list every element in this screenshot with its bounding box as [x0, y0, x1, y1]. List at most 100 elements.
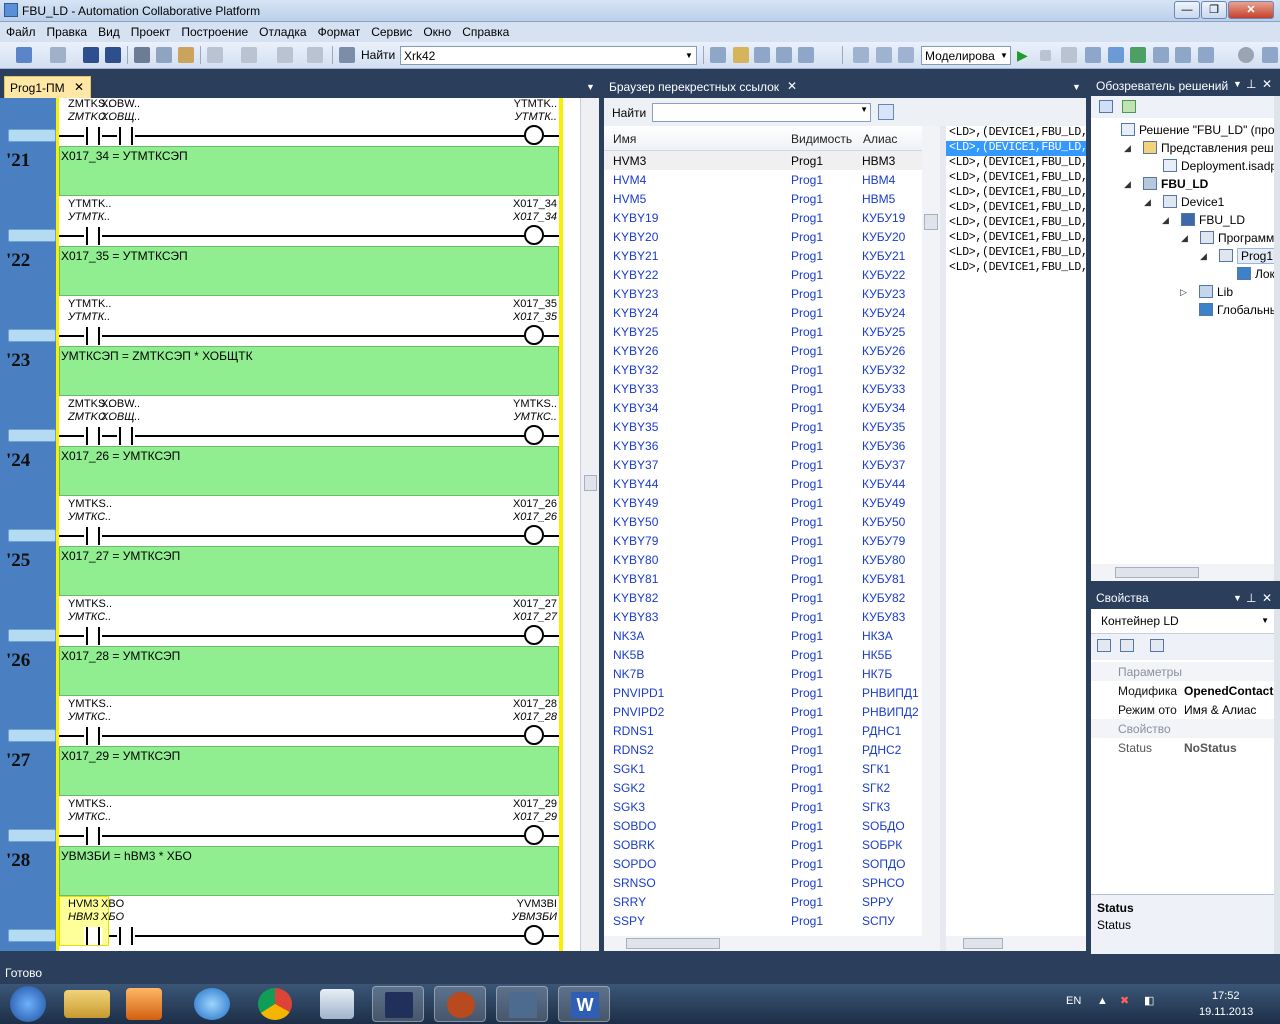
run-icon[interactable]: ▶: [1017, 47, 1033, 63]
xref-row[interactable]: KYBY35 Prog1 КУБУ35: [604, 417, 940, 436]
toolbar-icon-4[interactable]: [776, 47, 792, 63]
menu-file[interactable]: Файл: [0, 22, 41, 39]
xref-row[interactable]: KYBY83 Prog1 КУБУ83: [604, 607, 940, 626]
chevron-down-icon[interactable]: ▼: [1072, 82, 1081, 92]
toolbar-icon-11[interactable]: [1198, 47, 1214, 63]
language-indicator[interactable]: EN: [1066, 995, 1081, 1007]
rung-comment[interactable]: X017_35 = УТМТКСЭП: [59, 246, 559, 296]
navigate-forward-icon[interactable]: [307, 47, 323, 63]
tree-node[interactable]: Глобальные: [1217, 303, 1280, 317]
category-parameters[interactable]: Параметры: [1091, 662, 1274, 681]
rung[interactable]: YMTKS.. УМТКС.. X017_27 X017_27: [59, 596, 559, 646]
rung[interactable]: YMTKS.. УМТКС.. X017_26 X017_26: [59, 496, 559, 546]
xref-row[interactable]: NK5B Prog1 НК5Б: [604, 645, 940, 664]
tree-node[interactable]: Решение "FBU_LD" (проект: [1139, 123, 1280, 137]
xref-row[interactable]: KYBY49 Prog1 КУБУ49: [604, 493, 940, 512]
rung-comment[interactable]: X017_26 = УМТКСЭП: [59, 446, 559, 496]
pin-icon[interactable]: ⊥: [1246, 591, 1256, 605]
toolbar-icon-9[interactable]: [1153, 47, 1169, 63]
menu-view[interactable]: Вид: [92, 22, 125, 39]
close-icon[interactable]: ✕: [74, 80, 84, 94]
xref-row[interactable]: SRNSO Prog1 SРНСО: [604, 873, 940, 892]
step-icon[interactable]: [1061, 47, 1077, 63]
xref-vertical-scrollbar[interactable]: [922, 126, 940, 936]
grid-icon-3[interactable]: [898, 47, 914, 63]
xref-row[interactable]: NK3A Prog1 НКЗА: [604, 626, 940, 645]
menu-window[interactable]: Окно: [417, 22, 456, 39]
sort-az-icon[interactable]: [1120, 639, 1134, 652]
tree-expander-icon[interactable]: ◢: [1181, 233, 1188, 244]
coil[interactable]: [524, 825, 544, 845]
xref-row[interactable]: KYBY24 Prog1 КУБУ24: [604, 303, 940, 322]
find-icon[interactable]: [339, 47, 355, 63]
add-item-icon[interactable]: [50, 47, 66, 63]
undo-icon[interactable]: [207, 47, 223, 63]
rung[interactable]: HVM3 HBM3 XBO XБO YVM3BI УВМЗБИ: [59, 896, 559, 946]
column-visibility[interactable]: Видимость: [791, 132, 852, 146]
rung-bar[interactable]: [8, 229, 56, 242]
coil[interactable]: [524, 625, 544, 645]
categorized-icon[interactable]: [1097, 639, 1111, 652]
xref-row[interactable]: KYBY79 Prog1 КУБУ79: [604, 531, 940, 550]
coil[interactable]: [524, 325, 544, 345]
explorer-icon[interactable]: [64, 990, 110, 1018]
rung-comment[interactable]: X017_27 = УМТКСЭП: [59, 546, 559, 596]
rung-comment[interactable]: X017_29 = УМТКСЭП: [59, 746, 559, 796]
category-property[interactable]: Свойство: [1091, 719, 1274, 738]
paste-icon[interactable]: [178, 47, 194, 63]
rung-bar[interactable]: [8, 629, 56, 642]
menu-tools[interactable]: Сервис: [365, 22, 417, 39]
xref-row[interactable]: KYBY22 Prog1 КУБУ22: [604, 265, 940, 284]
tree-expander-icon[interactable]: ◢: [1124, 179, 1131, 190]
toolbar-icon-1[interactable]: [710, 47, 726, 63]
xref-row[interactable]: NK7B Prog1 НК7Б: [604, 664, 940, 683]
app-icon-2[interactable]: [434, 986, 486, 1022]
column-name[interactable]: Имя: [613, 132, 636, 146]
chevron-down-icon[interactable]: ▼: [860, 105, 868, 114]
xref-row[interactable]: PNVIPD1 Prog1 РНВИПД1: [604, 683, 940, 702]
xref-row[interactable]: SGK1 Prog1 SГК1: [604, 759, 940, 778]
contact[interactable]: [117, 127, 135, 145]
xref-horizontal-scrollbar[interactable]: [604, 936, 940, 951]
grid-icon-2[interactable]: [876, 47, 892, 63]
rung[interactable]: ZMTKS.. ZMTKC.. XOBW.. XOBЩ.. YTMTK.. УТМТК..: [59, 98, 559, 146]
coil[interactable]: [524, 525, 544, 545]
internet-explorer-icon[interactable]: [194, 988, 230, 1020]
close-icon[interactable]: ✕: [1262, 591, 1272, 605]
coil[interactable]: [524, 425, 544, 445]
toolbar-icon-3[interactable]: [754, 47, 770, 63]
xref-row[interactable]: KYBY21 Prog1 КУБУ21: [604, 246, 940, 265]
menu-format[interactable]: Формат: [312, 22, 366, 39]
rung[interactable]: YMTKS.. УМТКС.. X017_28 X017_28: [59, 696, 559, 746]
tree-node[interactable]: Prog1: [1237, 248, 1278, 264]
scrollbar-thumb[interactable]: [924, 214, 938, 230]
xref-row[interactable]: SSPY Prog1 SСПУ: [604, 911, 940, 930]
tree-node[interactable]: Lib: [1217, 285, 1233, 299]
properties-vertical-scrollbar[interactable]: [1274, 609, 1280, 954]
rung[interactable]: ZMTKS.. ZMTKC.. XOBW.. XOBЩ.. YMTKS.. УМТКС..: [59, 396, 559, 446]
reference-item[interactable]: <LD>,(DEVICE1,FBU_LD,P: [946, 186, 1086, 201]
scrollbar-thumb[interactable]: [626, 938, 720, 949]
rung-bar[interactable]: [8, 329, 56, 342]
toolbar-icon-12[interactable]: [1262, 47, 1278, 63]
tree-node[interactable]: Device1: [1181, 195, 1224, 209]
new-project-icon[interactable]: [16, 47, 32, 63]
close-icon[interactable]: ✕: [787, 79, 797, 93]
menu-project[interactable]: Проект: [125, 22, 176, 39]
redo-icon[interactable]: [241, 47, 257, 63]
contact[interactable]: [84, 827, 102, 845]
cut-icon[interactable]: [134, 47, 150, 63]
rung-comment[interactable]: X017_34 = УТМТКСЭП: [59, 146, 559, 196]
scrollbar-thumb[interactable]: [963, 938, 1003, 949]
save-icon[interactable]: [83, 47, 99, 63]
search-go-icon[interactable]: [878, 104, 894, 120]
chevron-down-icon[interactable]: ▼: [1233, 79, 1242, 89]
find-input[interactable]: Xrk42 ▼: [400, 46, 697, 65]
solution-vertical-scrollbar[interactable]: [1274, 96, 1280, 581]
show-hidden-icon[interactable]: ▲: [1097, 995, 1108, 1007]
xref-row[interactable]: SOBDO Prog1 SОБДО: [604, 816, 940, 835]
contact[interactable]: [117, 927, 135, 945]
tree-node[interactable]: Программы: [1218, 231, 1280, 245]
tree-expander-icon[interactable]: ◢: [1144, 197, 1151, 208]
toolbar-icon-7[interactable]: [1108, 47, 1124, 63]
